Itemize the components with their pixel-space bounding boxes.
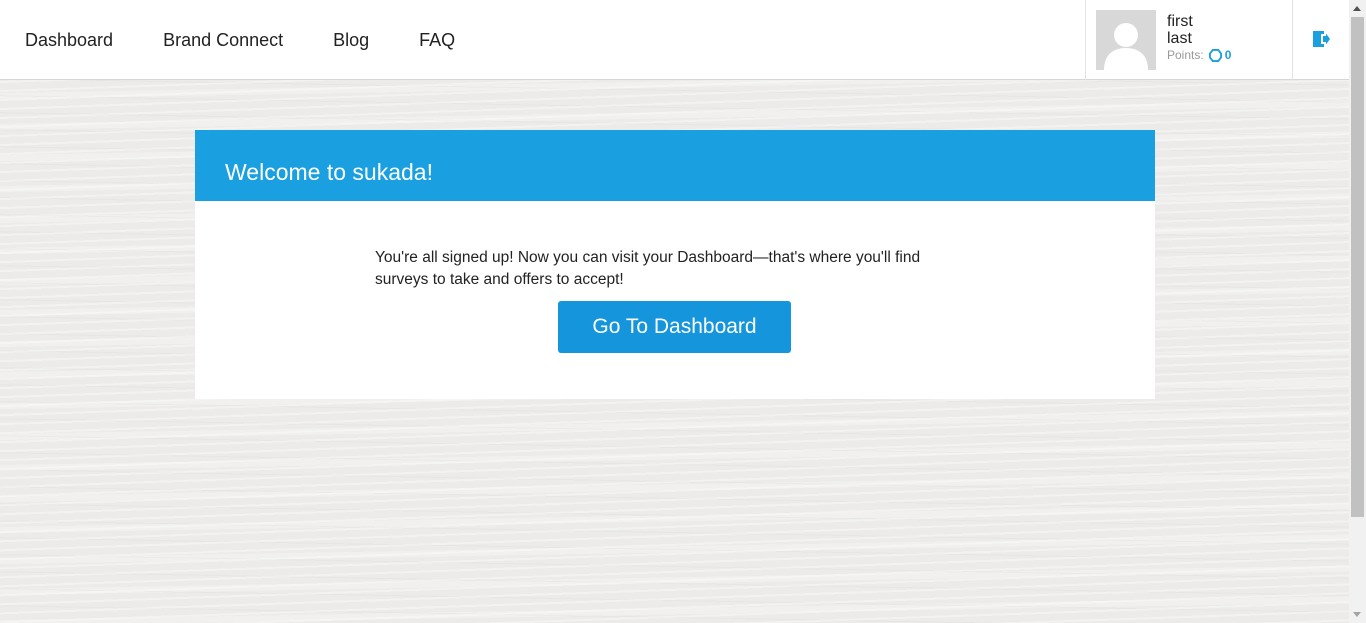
points-label: Points: bbox=[1167, 48, 1204, 62]
nav-item-blog[interactable]: Blog bbox=[308, 0, 394, 80]
user-last-name: last bbox=[1167, 30, 1192, 47]
nav-item-dashboard[interactable]: Dashboard bbox=[0, 0, 138, 80]
welcome-card: Welcome to sukada! You're all signed up!… bbox=[195, 130, 1155, 399]
vertical-scrollbar[interactable] bbox=[1349, 0, 1366, 623]
logout-button[interactable] bbox=[1310, 28, 1332, 50]
user-profile-box[interactable]: first last Points: 0 bbox=[1085, 0, 1293, 80]
top-navigation-bar: Dashboard Brand Connect Blog FAQ first l… bbox=[0, 0, 1349, 80]
welcome-card-body: You're all signed up! Now you can visit … bbox=[195, 201, 1155, 399]
scroll-up-arrow-icon[interactable] bbox=[1353, 6, 1361, 11]
nav-item-faq[interactable]: FAQ bbox=[394, 0, 480, 80]
user-first-name: first bbox=[1167, 13, 1193, 30]
points-value: 0 bbox=[1224, 48, 1232, 62]
avatar-placeholder-icon bbox=[1104, 23, 1148, 70]
scroll-down-arrow-icon[interactable] bbox=[1353, 612, 1361, 617]
points-coin-icon bbox=[1208, 48, 1222, 62]
welcome-message: You're all signed up! Now you can visit … bbox=[375, 249, 921, 288]
nav-item-brand-connect[interactable]: Brand Connect bbox=[138, 0, 308, 80]
avatar[interactable] bbox=[1096, 10, 1156, 70]
welcome-card-title: Welcome to sukada! bbox=[195, 130, 1155, 201]
go-to-dashboard-button[interactable]: Go To Dashboard bbox=[558, 301, 791, 353]
points-display: Points: 0 bbox=[1167, 48, 1231, 62]
logout-icon bbox=[1313, 31, 1330, 47]
main-nav: Dashboard Brand Connect Blog FAQ bbox=[0, 0, 480, 80]
scrollbar-thumb[interactable] bbox=[1351, 17, 1364, 517]
